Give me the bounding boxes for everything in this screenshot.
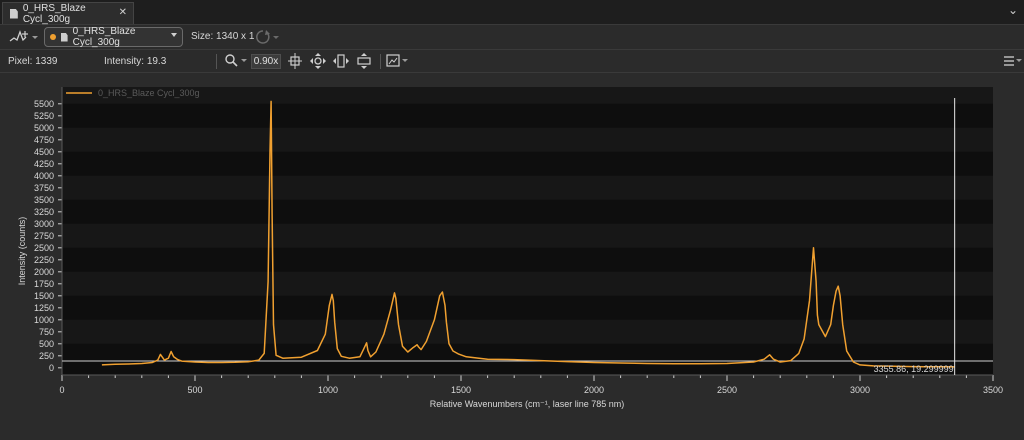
y-tick-label: 250: [39, 351, 54, 361]
dataset-select-label: 0_HRS_Blaze Cycl_300g: [72, 26, 136, 48]
y-tick-label: 4250: [34, 159, 54, 169]
y-tick-label: 3250: [34, 207, 54, 217]
y-tick-label: 5500: [34, 99, 54, 109]
cursor-readout: 3355.86, 19.299999: [874, 364, 954, 374]
document-icon: [10, 8, 18, 19]
chevron-down-icon: [171, 33, 177, 37]
pixel-readout: Pixel: 1339: [8, 56, 57, 67]
pixel-label: Pixel:: [8, 56, 33, 67]
y-tick-label: 500: [39, 339, 54, 349]
y-tick-label: 3500: [34, 195, 54, 205]
spectrum-add-icon: [9, 30, 38, 42]
toolbar-separator: [380, 54, 381, 69]
intensity-label: Intensity:: [104, 56, 145, 67]
y-tick-label: 4500: [34, 147, 54, 157]
zoom-icon[interactable]: [224, 53, 248, 69]
y-tick-label: 1500: [34, 291, 54, 301]
toolbar-separator: [216, 54, 217, 69]
y-tick-label: 2000: [34, 267, 54, 277]
y-tick-label: 0: [49, 363, 54, 373]
x-tick-label: 3500: [983, 385, 1003, 395]
view-toolbar: Pixel: 1339 Intensity: 19.3 0.90x: [0, 50, 1024, 73]
window-menu-icon[interactable]: ⌄: [1008, 3, 1018, 17]
tab-title: 0_HRS_Blaze Cycl_300g: [22, 2, 86, 25]
grid-band: [62, 175, 993, 200]
y-tick-label: 1000: [34, 315, 54, 325]
zoom-value[interactable]: 0.90x: [251, 54, 281, 69]
chart-area: 0 250 500 750 1000 1250 1500 1750 2000 2250 2500 27…: [0, 73, 1024, 437]
y-tick-label: 3000: [34, 219, 54, 229]
close-tab-icon[interactable]: ✕: [119, 7, 127, 18]
intensity-value: 19.3: [146, 56, 167, 67]
x-axis-label: Relative Wavenumbers (cm⁻¹, laser line 7…: [430, 399, 624, 409]
x-tick-label: 2500: [717, 385, 737, 395]
tab-document[interactable]: 0_HRS_Blaze Cycl_300g ✕: [2, 2, 134, 25]
size-value: 1340 x 1: [216, 31, 255, 42]
size-readout: Size: 1340 x 1: [191, 31, 254, 42]
refresh-button[interactable]: [252, 28, 280, 46]
y-tick-label: 2250: [34, 255, 54, 265]
grid-band: [62, 271, 993, 296]
y-tick-label: 5000: [34, 123, 54, 133]
grid-band: [62, 319, 993, 344]
x-tick-label: 1500: [451, 385, 471, 395]
grid-band: [62, 87, 993, 104]
y-tick-label: 5250: [34, 111, 54, 121]
y-tick-label: 750: [39, 327, 54, 337]
dataset-toolbar: 0_HRS_Blaze Cycl_300g Size: 1340 x 1: [0, 25, 1024, 50]
y-tick-label: 3750: [34, 183, 54, 193]
y-tick-label: 4750: [34, 135, 54, 145]
pixel-value: 1339: [35, 56, 58, 67]
menu-icon[interactable]: [1001, 53, 1023, 69]
document-icon: [60, 32, 68, 42]
add-plot-button[interactable]: [8, 28, 38, 46]
refresh-icon: [256, 30, 279, 44]
y-tick-label: 2750: [34, 231, 54, 241]
grid-band: [62, 223, 993, 248]
series-color-dot: [50, 34, 56, 40]
expand-icon[interactable]: [356, 53, 372, 69]
y-tick-label: 4000: [34, 171, 54, 181]
intensity-readout: Intensity: 19.3: [104, 56, 166, 67]
dataset-select[interactable]: 0_HRS_Blaze Cycl_300g: [44, 26, 183, 48]
y-tick-label: 2500: [34, 243, 54, 253]
fit-all-icon[interactable]: [310, 53, 326, 69]
x-tick-label: 2000: [584, 385, 604, 395]
x-tick-label: 0: [59, 385, 64, 395]
fit-vertical-icon[interactable]: [287, 53, 303, 69]
spectrum-chart[interactable]: 0 250 500 750 1000 1250 1500 1750 2000 2250 2500 27…: [0, 73, 1024, 437]
y-axis-label: Intensity (counts): [17, 217, 27, 286]
x-tick-label: 3000: [850, 385, 870, 395]
y-tick-label: 1750: [34, 279, 54, 289]
fit-horizontal-icon[interactable]: [333, 53, 349, 69]
x-tick-label: 1000: [318, 385, 338, 395]
grid-band: [62, 127, 993, 152]
legend-label: 0_HRS_Blaze Cycl_300g: [98, 88, 200, 98]
tab-bar: 0_HRS_Blaze Cycl_300g ✕ ⌄: [0, 0, 1024, 25]
y-tick-label: 1250: [34, 303, 54, 313]
size-label: Size:: [191, 31, 214, 42]
x-tick-label: 500: [187, 385, 202, 395]
export-image-icon[interactable]: [386, 53, 410, 69]
